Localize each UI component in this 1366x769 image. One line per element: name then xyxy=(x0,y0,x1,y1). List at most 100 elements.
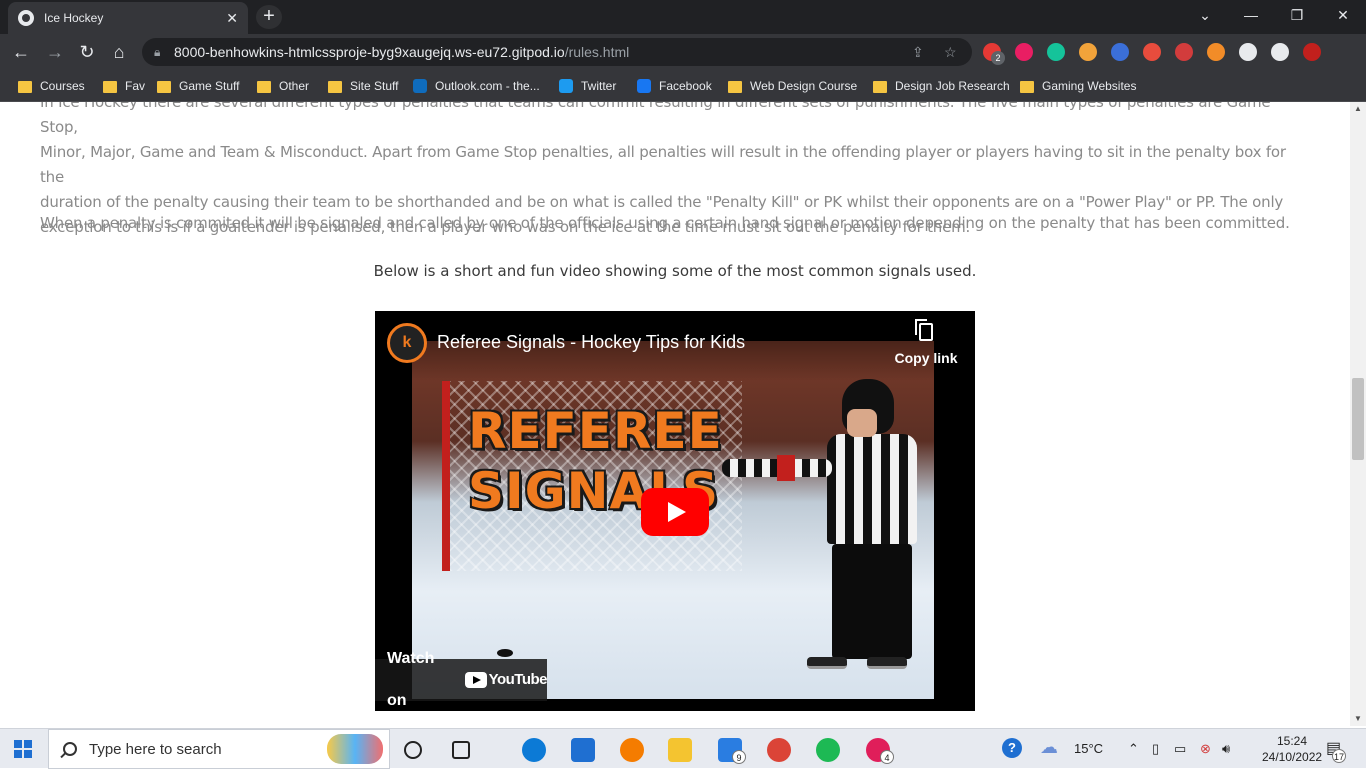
profile-avatar-icon[interactable] xyxy=(1303,43,1321,61)
grammarly-icon[interactable] xyxy=(1047,43,1065,61)
bookmark-game-stuff[interactable]: Game Stuff xyxy=(157,77,239,95)
forward-arrow-icon[interactable]: → xyxy=(42,40,68,64)
extension-red-c-icon[interactable] xyxy=(1143,43,1161,61)
channel-logo[interactable]: k xyxy=(387,323,427,363)
youtube-logo: YouTube xyxy=(464,659,548,701)
tab-bar: Ice Hockey ✕ + ⌄ — ❐ ✕ xyxy=(0,0,1366,34)
play-button[interactable] xyxy=(641,488,709,536)
firefox-icon[interactable] xyxy=(620,738,644,762)
key-icon[interactable] xyxy=(1079,43,1097,61)
weather-cloud-icon[interactable]: ☁ xyxy=(1040,737,1058,758)
task-view-icon[interactable] xyxy=(404,741,422,759)
file-explorer-icon[interactable] xyxy=(668,738,692,762)
restore-button[interactable]: ❐ xyxy=(1274,0,1320,30)
windows-start-icon[interactable] xyxy=(14,740,32,758)
extension-pink-icon[interactable] xyxy=(1015,43,1033,61)
folder-icon xyxy=(1020,81,1034,93)
help-icon[interactable]: ? xyxy=(1002,738,1022,758)
bookmark-twitter[interactable]: Twitter xyxy=(559,77,616,95)
spotify-icon[interactable] xyxy=(816,738,840,762)
store-icon[interactable] xyxy=(571,738,595,762)
extension-blue-n-icon[interactable] xyxy=(1111,43,1129,61)
home-icon[interactable]: ⌂ xyxy=(106,40,132,64)
copy-link-label: Copy link xyxy=(894,350,958,366)
sidepanel-icon[interactable] xyxy=(1271,43,1289,61)
scrollbar-thumb[interactable] xyxy=(1352,378,1364,460)
video-caption: Below is a short and fun video showing s… xyxy=(373,262,977,280)
system-clock[interactable]: 15:24 24/10/2022 xyxy=(1262,733,1322,765)
mail-icon[interactable]: 9 xyxy=(718,738,746,764)
browser-window: Ice Hockey ✕ + ⌄ — ❐ ✕ ← → ↻ ⌂ 🔒︎ 8000-b… xyxy=(0,0,1366,102)
app-badge: 4 xyxy=(880,750,894,764)
bookmark-courses[interactable]: Courses xyxy=(18,77,85,95)
video-title[interactable]: Referee Signals - Hockey Tips for Kids xyxy=(437,332,745,353)
search-placeholder: Type here to search xyxy=(89,740,222,758)
tab-ice-hockey[interactable]: Ice Hockey ✕ xyxy=(8,2,248,34)
folder-icon xyxy=(103,81,117,93)
back-arrow-icon[interactable]: ← xyxy=(8,40,34,64)
close-tab-icon[interactable]: ✕ xyxy=(226,10,238,27)
extension-cast-icon[interactable] xyxy=(1175,43,1193,61)
url-host: 8000-benhowkins-htmlcssproje-byg9xaugejq… xyxy=(174,44,565,60)
bookmark-label: Twitter xyxy=(581,79,617,93)
bookmark-other[interactable]: Other xyxy=(257,77,309,95)
widgets-icon[interactable] xyxy=(452,741,470,759)
chevron-up-icon[interactable]: ⌃ xyxy=(1128,741,1139,757)
chrome-icon[interactable] xyxy=(767,738,791,762)
scroll-down-icon[interactable]: ▼ xyxy=(1354,714,1362,723)
address-bar[interactable]: 🔒︎ 8000-benhowkins-htmlcssproje-byg9xaug… xyxy=(142,38,972,66)
bookmark-fav[interactable]: Fav xyxy=(103,77,145,95)
watch-on-youtube-button[interactable]: Watch on YouTube xyxy=(375,650,548,709)
bookmark-facebook[interactable]: Facebook xyxy=(637,77,712,95)
folder-icon xyxy=(873,81,887,93)
volume-icon[interactable]: 🔊︎ xyxy=(1222,741,1230,757)
thumbnail-title-line: REFEREE xyxy=(468,402,723,460)
youtube-embed[interactable]: REFEREE SIGNALS k Referee Signals - Hock… xyxy=(375,311,975,711)
signals-paragraph: When a penalty is commited it will be si… xyxy=(40,214,1290,232)
extension-badge: 2 xyxy=(991,51,1005,65)
facebook-icon xyxy=(637,79,651,93)
bookmark-gaming-websites[interactable]: Gaming Websites xyxy=(1020,77,1136,95)
extension-orange-icon[interactable] xyxy=(1207,43,1225,61)
extension-red-icon[interactable]: 2 xyxy=(983,43,1005,65)
close-window-button[interactable]: ✕ xyxy=(1320,0,1366,30)
bookmark-label: Design Job Research xyxy=(895,79,1010,93)
star-icon[interactable]: ☆ xyxy=(944,38,957,66)
bookmark-label: Fav xyxy=(125,79,146,93)
copy-link-button[interactable]: Copy link xyxy=(891,319,961,366)
copy-icon xyxy=(915,319,933,341)
new-tab-button[interactable]: + xyxy=(256,5,282,29)
minimize-button[interactable]: — xyxy=(1228,0,1274,30)
reload-icon[interactable]: ↻ xyxy=(74,40,100,64)
youtube-play-icon xyxy=(464,672,487,688)
bookmark-design-job-research[interactable]: Design Job Research xyxy=(873,77,1010,95)
toolbar: ← → ↻ ⌂ 🔒︎ 8000-benhowkins-htmlcssproje-… xyxy=(0,34,1366,70)
bookmark-site-stuff[interactable]: Site Stuff xyxy=(328,77,398,95)
folder-icon xyxy=(257,81,271,93)
share-icon[interactable]: ⇪ xyxy=(912,38,924,66)
battery-icon[interactable]: ▭ xyxy=(1174,741,1186,757)
bookmark-web-design-course[interactable]: Web Design Course xyxy=(728,77,857,95)
bookmark-outlook-com-the[interactable]: Outlook.com - the... xyxy=(413,77,540,95)
device-icon[interactable]: ▯ xyxy=(1152,741,1159,757)
tab-search-button[interactable]: ⌄ xyxy=(1182,0,1228,30)
clock-time: 15:24 xyxy=(1276,734,1308,748)
paragraph-line: In Ice Hockey there are several differen… xyxy=(40,102,1271,136)
url-path: /rules.html xyxy=(564,44,630,60)
folder-icon xyxy=(157,81,171,93)
taskbar-search-box[interactable]: Type here to search xyxy=(48,729,390,769)
network-icon[interactable]: ⊗ xyxy=(1200,741,1211,757)
lock-icon: 🔒︎ xyxy=(154,45,161,59)
globe-icon xyxy=(18,10,34,26)
bookmark-label: Game Stuff xyxy=(179,79,240,93)
puck xyxy=(497,649,513,657)
weather-temperature[interactable]: 15°C xyxy=(1074,741,1103,756)
edge-icon[interactable] xyxy=(522,738,546,762)
clock-date: 24/10/2022 xyxy=(1262,750,1323,764)
youtube-wordmark: YouTube xyxy=(488,671,548,688)
scroll-up-icon[interactable]: ▲ xyxy=(1354,104,1362,113)
puzzle-icon[interactable] xyxy=(1239,43,1257,61)
vertical-scrollbar[interactable]: ▲ ▼ xyxy=(1350,102,1366,726)
slack-icon[interactable]: 4 xyxy=(866,738,894,764)
outlook-icon xyxy=(413,79,427,93)
